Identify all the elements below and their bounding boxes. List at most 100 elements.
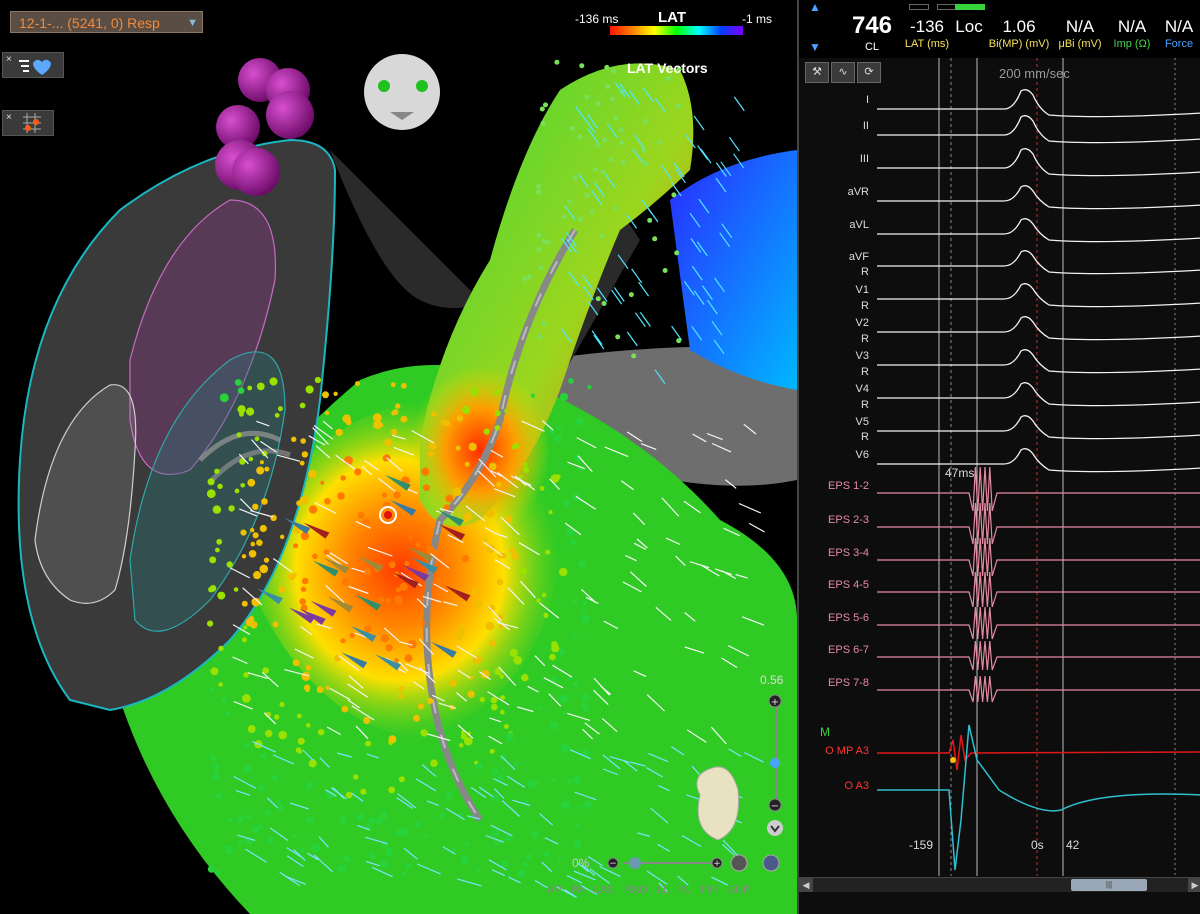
anatomy-map-canvas[interactable] <box>0 0 797 914</box>
lead-label-v3[interactable]: V3 <box>799 350 869 362</box>
tool-panel-points[interactable]: × <box>2 110 54 136</box>
lead-label-v1[interactable]: V1 <box>799 284 869 296</box>
tool-panel-heart[interactable]: × <box>2 52 64 78</box>
mapping-point <box>252 503 259 510</box>
time-mark-zero: 0s <box>1031 838 1044 852</box>
mapping-point <box>550 721 559 730</box>
mapping-point <box>399 582 408 591</box>
scroll-right-icon[interactable]: ▶ <box>1188 878 1200 892</box>
lead-label-avr[interactable]: aVR <box>799 186 869 198</box>
mapping-point <box>308 505 318 514</box>
lead-label-r[interactable]: R <box>799 431 869 443</box>
mapping-point <box>483 428 490 435</box>
mp-a3-label[interactable]: O MP A3 <box>799 745 869 757</box>
lead-label-v5[interactable]: V5 <box>799 416 869 428</box>
transparency-slider[interactable]: − + <box>605 852 785 874</box>
mapping-point <box>292 659 300 667</box>
surface-trace <box>877 148 1200 177</box>
eps-label-2[interactable]: EPS 2-3 <box>799 514 869 526</box>
mapping-point <box>415 821 422 828</box>
mapping-point <box>343 855 350 862</box>
hammer-icon[interactable]: ⚒ <box>805 62 829 83</box>
view-pa-button[interactable]: PA <box>571 884 585 896</box>
mapping-point <box>258 824 264 830</box>
eps-label-4[interactable]: EPS 4-5 <box>799 579 869 591</box>
mapping-point <box>413 714 420 722</box>
mapping-point <box>452 487 462 497</box>
view-inf-button[interactable]: INF <box>701 884 719 896</box>
mapping-point <box>656 139 662 145</box>
mapping-point <box>485 621 495 631</box>
mapping-point <box>503 724 509 729</box>
close-icon[interactable]: × <box>6 54 12 65</box>
lead-label-r[interactable]: R <box>799 266 869 278</box>
map-viewport[interactable]: 12-1-... (5241, 0) Resp ▼ × × -136 ms LA… <box>0 0 797 914</box>
mapping-point <box>247 385 253 391</box>
view-rl-button[interactable]: RL <box>678 884 692 896</box>
lead-label-r[interactable]: R <box>799 333 869 345</box>
mapping-point <box>274 412 280 418</box>
lead-label-ii[interactable]: II <box>799 120 869 132</box>
lead-label-i[interactable]: I <box>799 94 869 106</box>
mapping-point <box>577 134 583 140</box>
mapping-point <box>536 247 542 252</box>
mapping-point <box>368 817 376 824</box>
lead-label-v2[interactable]: V2 <box>799 317 869 329</box>
chevron-down-icon[interactable]: ▼ <box>809 40 821 54</box>
mapping-point <box>572 775 582 784</box>
lead-label-r[interactable]: R <box>799 300 869 312</box>
scrollbar-thumb[interactable]: ||| <box>1071 879 1147 891</box>
lead-label-avl[interactable]: aVL <box>799 219 869 231</box>
lead-label-r[interactable]: R <box>799 366 869 378</box>
mapping-point <box>435 577 443 585</box>
mapping-point <box>536 232 542 238</box>
mapping-point <box>322 391 329 399</box>
mapping-point <box>421 467 430 476</box>
lead-label-v4[interactable]: V4 <box>799 383 869 395</box>
refresh-icon[interactable]: ⟳ <box>857 62 881 83</box>
lat-vector <box>693 115 705 131</box>
add-annotation-icon[interactable]: ∿ <box>831 62 855 83</box>
mapping-point <box>456 415 463 422</box>
mapping-point <box>398 686 404 692</box>
close-icon[interactable]: × <box>6 112 12 123</box>
mapping-point <box>561 214 567 220</box>
mapping-point <box>325 685 330 690</box>
scroll-left-icon[interactable]: ◀ <box>799 878 813 892</box>
lat-annotation-marker[interactable] <box>950 757 956 763</box>
view-sup-button[interactable]: SUP <box>728 884 751 896</box>
view-ll-button[interactable]: LL <box>657 884 669 896</box>
view-rao-button[interactable]: RAO <box>624 884 648 896</box>
lead-label-r[interactable]: R <box>799 399 869 411</box>
view-ap-button[interactable]: AP <box>547 884 562 896</box>
lat-color-scale[interactable] <box>610 26 743 35</box>
mapping-point <box>545 549 551 555</box>
eps-label-6[interactable]: EPS 6-7 <box>799 644 869 656</box>
mapping-point <box>206 489 216 499</box>
mapping-point <box>251 599 256 604</box>
mapping-point <box>544 851 550 857</box>
mapping-point <box>536 183 542 189</box>
eps-label-5[interactable]: EPS 5-6 <box>799 612 869 624</box>
mapping-point <box>509 547 516 554</box>
eps-label-1[interactable]: EPS 1-2 <box>799 480 869 492</box>
time-scrollbar[interactable]: ◀ ||| ▶ <box>799 877 1200 892</box>
lead-label-avf[interactable]: aVF <box>799 251 869 263</box>
zoom-controls[interactable]: + − <box>765 693 787 843</box>
mapping-point <box>527 780 536 789</box>
mapping-point <box>463 512 472 521</box>
lead-label-iii[interactable]: III <box>799 153 869 165</box>
lead-label-v6[interactable]: V6 <box>799 449 869 461</box>
signal-panel[interactable]: ▲ ▼ 746 CL -136 LAT (ms) Loc 1.06 Bi(MP)… <box>797 0 1200 914</box>
mapping-point <box>613 205 619 211</box>
eps-label-3[interactable]: EPS 3-4 <box>799 547 869 559</box>
eps-label-7[interactable]: EPS 7-8 <box>799 677 869 689</box>
mapping-point <box>552 778 557 783</box>
chevron-up-icon[interactable]: ▲ <box>809 0 821 14</box>
view-lac-button[interactable]: LAC <box>594 884 615 896</box>
mapping-point <box>420 729 428 737</box>
mapping-point <box>491 767 499 775</box>
map-selector-dropdown[interactable]: 12-1-... (5241, 0) Resp ▼ <box>10 11 203 33</box>
mapping-point <box>522 861 528 867</box>
a3-label[interactable]: O A3 <box>799 780 869 792</box>
